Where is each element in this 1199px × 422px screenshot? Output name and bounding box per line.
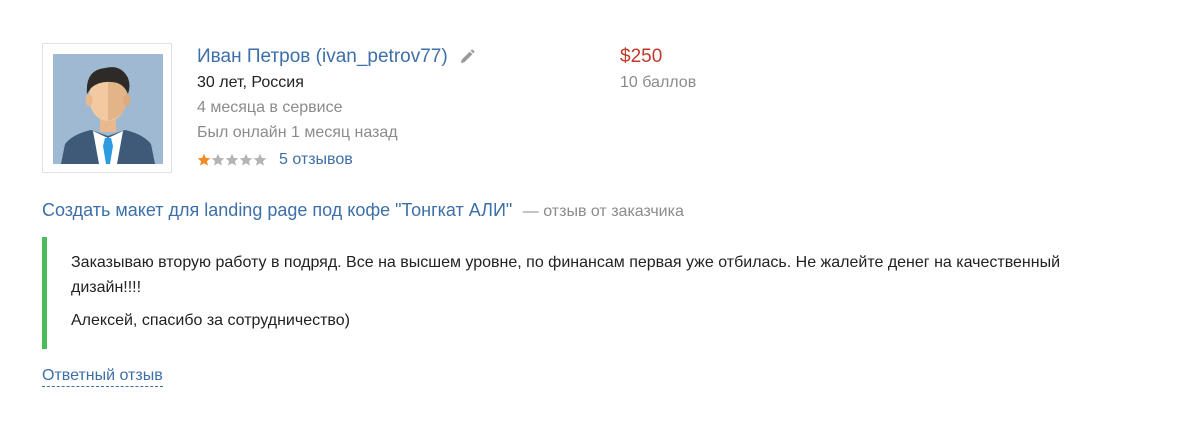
price-amount: $250 [620,46,663,67]
review-text: Заказываю вторую работу в подряд. Все на… [42,237,1132,349]
star-empty-icon [211,153,225,166]
price-points: 10 баллов [620,74,697,91]
star-empty-icon [253,153,267,166]
price-block: $250 10 баллов [620,44,696,95]
star-filled-icon [197,153,211,166]
review-source: — отзыв от заказчика [522,203,684,220]
last-online: Был онлайн 1 месяц назад [197,124,398,141]
review-card: Иван Петров (ivan_petrov77) 30 лет, Росс… [0,0,1199,422]
user-name-link[interactable]: Иван Петров (ivan_petrov77) [197,46,448,68]
star-empty-icon [225,153,239,166]
project-title-link[interactable]: Создать макет для landing page под кофе … [42,200,512,220]
reply-review-link[interactable]: Ответный отзыв [42,366,163,387]
rating-stars [197,153,267,167]
star-empty-icon [239,153,253,166]
review-title-row: Создать макет для landing page под кофе … [42,200,684,221]
user-avatar-icon [53,54,163,164]
service-time: 4 месяца в сервисе [197,99,343,116]
review-paragraph: Заказываю вторую работу в подряд. Все на… [71,254,1061,296]
avatar-frame[interactable] [42,43,172,173]
reviews-count-link[interactable]: 5 отзывов [279,151,353,169]
name-row: Иван Петров (ivan_petrov77) [197,44,476,70]
review-paragraph: Алексей, спасибо за сотрудничество) [71,312,350,329]
pencil-icon[interactable] [458,48,476,66]
rating-row: 5 отзывов [197,147,476,173]
user-info: Иван Петров (ivan_petrov77) 30 лет, Росс… [197,44,476,173]
age-country: 30 лет, Россия [197,74,304,91]
